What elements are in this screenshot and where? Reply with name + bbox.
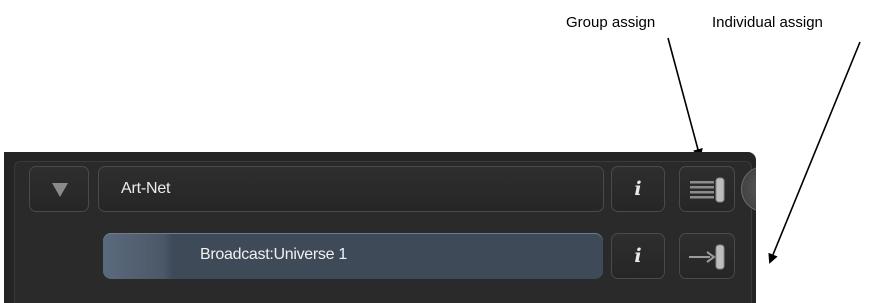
universe-info-button[interactable]: i (611, 233, 665, 279)
individual-assign-button[interactable] (679, 233, 735, 279)
triangle-down-icon (52, 183, 68, 197)
individual-assign-arrow (768, 41, 861, 264)
universe-row[interactable]: Broadcast:Universe 1 (103, 233, 603, 279)
universe-label: Broadcast:Universe 1 (200, 246, 347, 263)
protocol-info-button[interactable]: i (611, 166, 665, 212)
group-assign-annotation: Group assign (566, 14, 656, 31)
individual-assign-annotation: Individual assign (712, 14, 823, 31)
arrow-to-handle-icon (689, 244, 725, 270)
screenshot-canvas: Group assign Individual assign Art-Net i (0, 0, 872, 303)
output-panel: Art-Net i Broadcast:Universe 1 i (4, 152, 756, 303)
stacked-lines-handle-icon (690, 177, 725, 203)
info-icon: i (634, 245, 642, 267)
protocol-name-label: Art-Net (121, 180, 171, 197)
knob-decoration (741, 166, 756, 212)
expand-collapse-button[interactable] (29, 166, 89, 212)
protocol-group: Art-Net i Broadcast:Universe 1 i (14, 161, 756, 303)
group-assign-button[interactable] (679, 166, 735, 212)
protocol-name-field[interactable]: Art-Net (98, 166, 604, 212)
group-assign-arrow (667, 37, 703, 159)
info-icon: i (634, 178, 642, 200)
